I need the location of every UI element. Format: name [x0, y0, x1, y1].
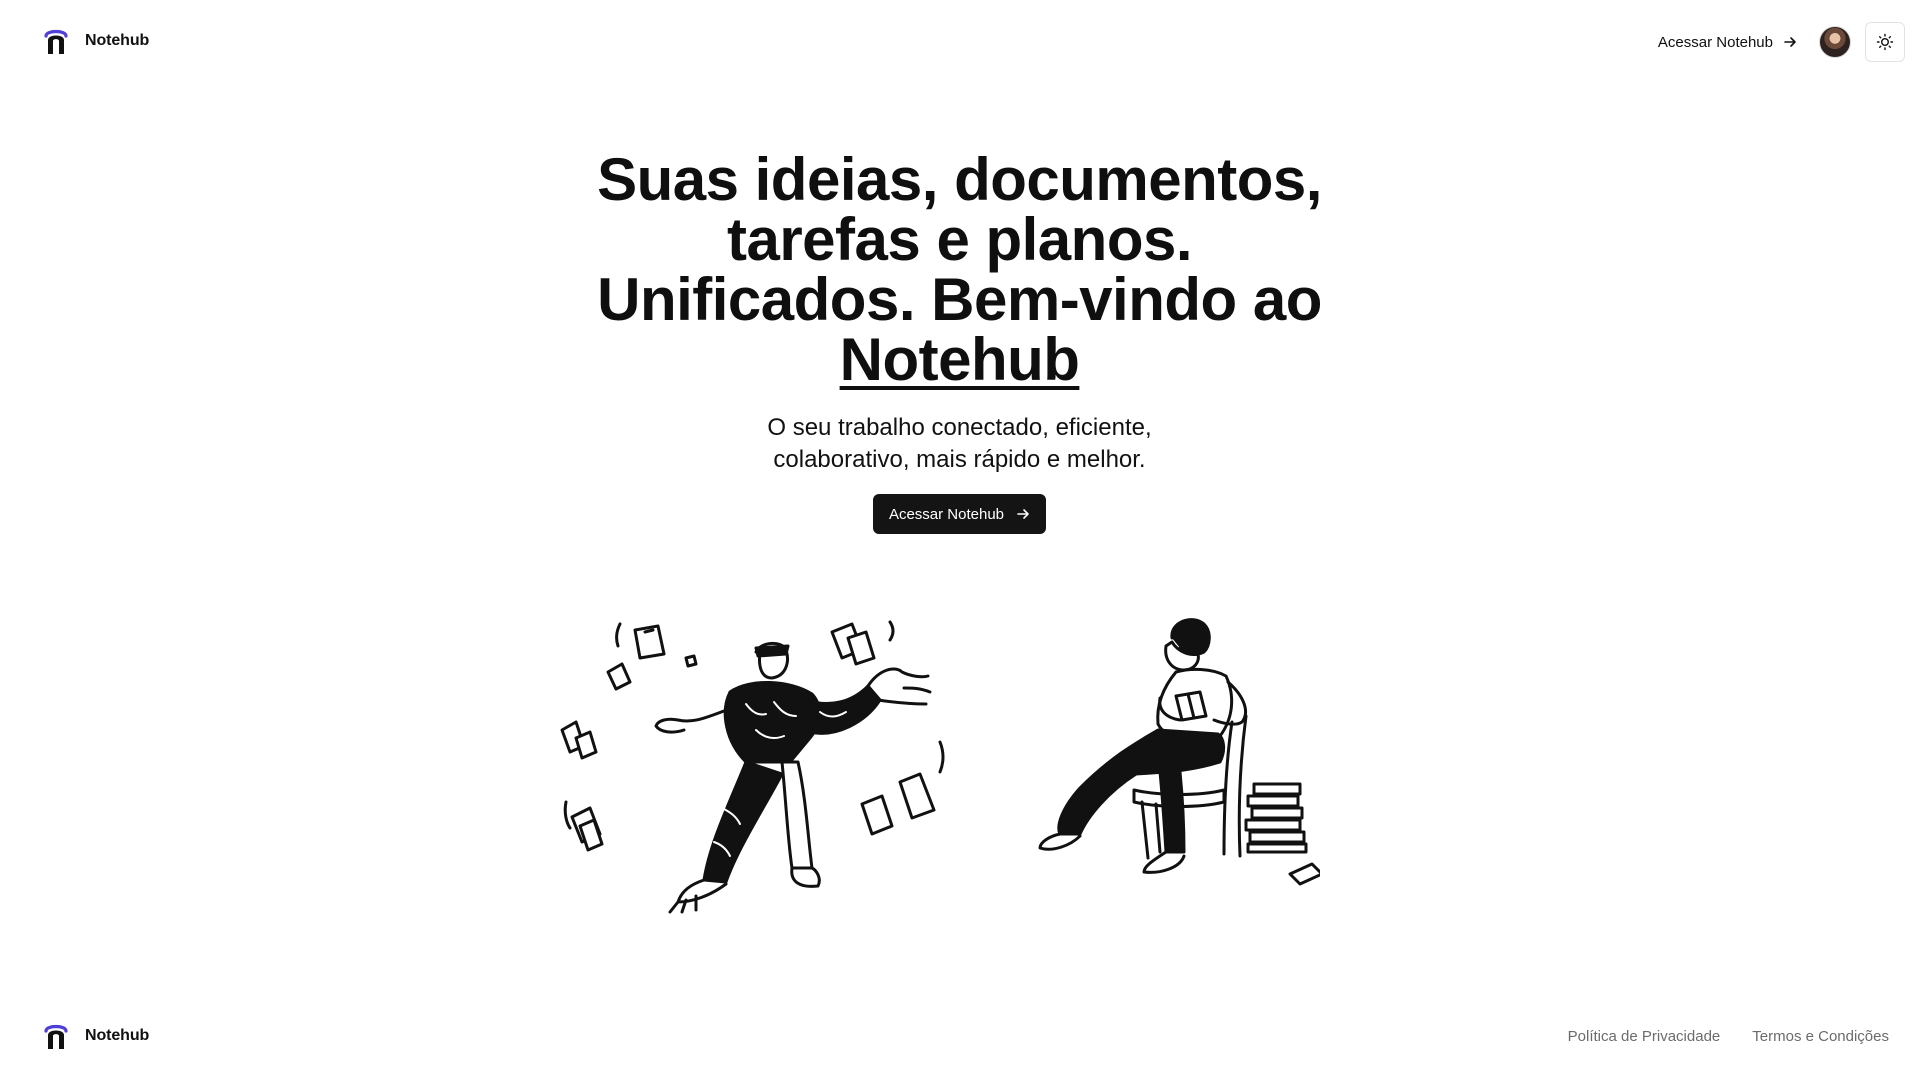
- footer-links: Política de Privacidade Termos e Condiçõ…: [1568, 1028, 1889, 1045]
- hero-illustrations: [560, 612, 1320, 922]
- footer: Notehub Política de Privacidade Termos e…: [0, 1012, 1919, 1062]
- running-person-illustration: [560, 620, 945, 914]
- access-notehub-link[interactable]: Acessar Notehub: [1658, 34, 1797, 51]
- sun-icon: [1876, 33, 1894, 51]
- footer-brand-name: Notehub: [85, 1027, 150, 1044]
- hero-title-line-3: Unificados. Bem-vindo ao: [597, 266, 1322, 333]
- landing-page: Notehub Acessar Notehub Suas ideias, doc…: [0, 0, 1919, 1075]
- hero-section: Suas ideias, documentos, tarefas e plano…: [0, 150, 1919, 534]
- terms-link[interactable]: Termos e Condições: [1752, 1028, 1889, 1045]
- access-notehub-label: Acessar Notehub: [1657, 33, 1773, 51]
- hero-title-brand: Notehub: [839, 326, 1080, 393]
- reading-person-illustration: [1038, 618, 1320, 886]
- header-brand[interactable]: Notehub: [43, 27, 149, 55]
- notehub-logo-icon: [44, 1024, 68, 1049]
- notehub-logo-icon: [44, 29, 68, 54]
- footer-brand[interactable]: Notehub: [43, 1022, 149, 1050]
- hero-title-line-2: tarefas e planos.: [726, 206, 1193, 273]
- hero-title: Suas ideias, documentos, tarefas e plano…: [550, 150, 1370, 390]
- theme-toggle-button[interactable]: [1865, 22, 1905, 62]
- header-actions: Acessar Notehub: [1658, 22, 1905, 62]
- arrow-right-icon: [1784, 37, 1796, 47]
- hero-title-line-1: Suas ideias, documentos,: [597, 146, 1322, 213]
- access-notehub-button[interactable]: Acessar Notehub: [872, 494, 1047, 534]
- brand-name: Notehub: [85, 32, 150, 49]
- cta-label: Acessar Notehub: [888, 505, 1005, 523]
- illustration-svg: [560, 618, 1320, 914]
- top-navigation: Notehub Acessar Notehub: [0, 0, 1919, 84]
- hero-subtitle: O seu trabalho conectado, eficiente, col…: [767, 414, 1152, 473]
- user-avatar[interactable]: [1819, 26, 1851, 58]
- privacy-policy-link[interactable]: Política de Privacidade: [1568, 1028, 1721, 1045]
- arrow-right-icon: [1017, 509, 1029, 519]
